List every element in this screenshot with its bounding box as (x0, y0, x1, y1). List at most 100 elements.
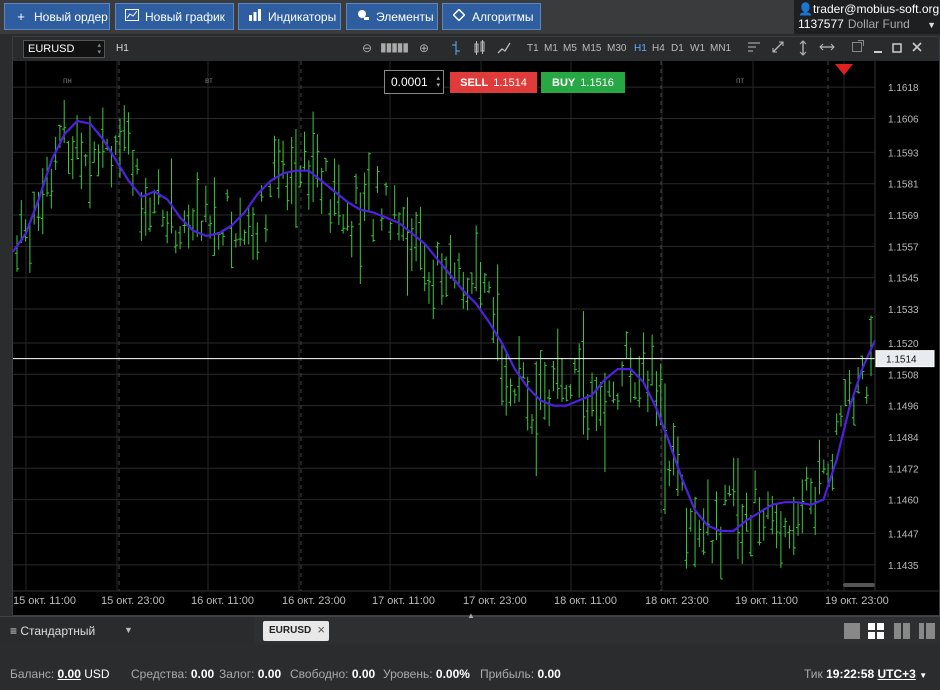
elements-icon (355, 9, 371, 24)
balance-currency: USD (84, 667, 110, 681)
indicators-button[interactable]: Индикаторы (238, 3, 341, 30)
tab-label: EURUSD (269, 625, 312, 636)
indicators-icon (247, 9, 263, 24)
horizontal-scale-icon[interactable] (819, 40, 835, 57)
alert-marker-icon (835, 64, 853, 75)
margin-level-value: 0.00% (435, 667, 470, 681)
main-toolbar: + Новый ордер Новый график Индикаторы Эл… (0, 0, 940, 34)
buy-price: 1.1516 (580, 76, 614, 89)
timeframe-t1[interactable]: T1 (527, 43, 539, 54)
y-axis-label: 1.1460 (888, 496, 919, 507)
day-label: вт (205, 76, 213, 85)
price-chart[interactable]: 1.1618 1.1606 1.1593 1.1581 1.1569 1.1557 1.15… (13, 61, 939, 616)
symbol-label: EURUSD (28, 43, 75, 55)
profit: Прибыль: 0.00 (480, 667, 561, 681)
timeframe-mn1[interactable]: MN1 (710, 43, 731, 54)
margin: Залог: 0.00 (219, 667, 282, 681)
candle-chart-icon[interactable] (474, 40, 486, 59)
algorithms-button[interactable]: Алгоритмы (442, 3, 541, 30)
free-margin-value: 0.00 (351, 667, 376, 681)
close-icon[interactable] (912, 41, 922, 56)
layout-grid-icon[interactable] (868, 623, 884, 639)
tab-eurusd[interactable]: EURUSD × (263, 621, 329, 641)
y-axis-label: 1.1533 (888, 305, 919, 316)
chevron-down-icon[interactable]: ▼ (927, 20, 936, 30)
timeframe-h1[interactable]: H1 (634, 43, 647, 54)
account-fund: Dollar Fund (847, 17, 910, 31)
chart-toolbar: EURUSD ▴▾ H1 ⊖ ▮▮▮▮▮ ⊕ T1 M1 M5 M15 M30 (13, 37, 939, 61)
equity: Средства: 0.00 (131, 667, 215, 681)
zoom-out-icon[interactable]: ⊖ (362, 41, 372, 55)
timeframe-m5[interactable]: M5 (563, 43, 577, 54)
y-axis-label: 1.1581 (888, 180, 919, 191)
timeframe-d1[interactable]: D1 (671, 43, 684, 54)
y-axis-label: 1.1447 (888, 530, 919, 541)
indicators-label: Индикаторы (268, 9, 337, 24)
moving-average-line (13, 119, 877, 533)
zoom-control[interactable]: ⊖ ▮▮▮▮▮ ⊕ (362, 40, 434, 57)
y-axis-label: 1.1508 (888, 370, 919, 381)
timeframe-m15[interactable]: M15 (582, 43, 601, 54)
elements-button[interactable]: Элементы (346, 3, 438, 30)
detach-window-icon[interactable] (852, 40, 864, 55)
margin-level: Уровень: 0.00% (383, 667, 470, 681)
x-axis-label: 19 окт. 11:00 (735, 595, 798, 607)
y-axis-label: 1.1557 (888, 242, 919, 253)
chevron-up-icon[interactable]: ▲ (467, 611, 475, 620)
y-axis-label: 1.1618 (888, 83, 919, 94)
equity-value: 0.00 (190, 667, 215, 681)
account-email: 👤trader@mobius-soft.org (798, 2, 940, 16)
line-chart-icon[interactable] (497, 40, 511, 59)
chevron-down-icon[interactable]: ▼ (919, 671, 927, 680)
layout-selector[interactable]: ≡ Стандартный ▼ (0, 617, 254, 645)
trading-app: + Новый ордер Новый график Индикаторы Эл… (0, 0, 940, 690)
fit-diagonal-icon[interactable] (771, 40, 785, 57)
layout-columns-icon[interactable] (894, 623, 910, 639)
buy-button[interactable]: BUY 1.1516 (541, 72, 625, 93)
chevron-down-icon: ▼ (124, 625, 133, 635)
timeframe-label: H1 (116, 43, 129, 54)
layout-single-icon[interactable] (844, 623, 860, 639)
y-axis-label: 1.1496 (888, 402, 919, 413)
close-tab-icon[interactable]: × (317, 622, 325, 637)
balance: Баланс: 0.00 USD (10, 667, 110, 681)
x-axis-label: 16 окт. 23:00 (282, 595, 346, 607)
timeframe-m1[interactable]: M1 (544, 43, 558, 54)
status-bar: Баланс: 0.00 USD Средства: 0.00 Залог: 0… (0, 650, 940, 690)
timeframe-w1[interactable]: W1 (690, 43, 705, 54)
zoom-slider[interactable]: ▮▮▮▮▮ (380, 40, 409, 54)
bar-chart-icon[interactable] (451, 40, 461, 59)
spinner-icon: ▴ ▾ (97, 42, 101, 56)
timeframe-m30[interactable]: M30 (607, 43, 626, 54)
x-axis-label: 18 окт. 11:00 (554, 595, 617, 607)
new-chart-button[interactable]: Новый график (115, 3, 234, 30)
template-icon[interactable] (747, 40, 761, 57)
vertical-scale-icon[interactable] (798, 40, 808, 59)
account-panel[interactable]: 👤trader@mobius-soft.org 1137577 Dollar Fu… (794, 0, 940, 34)
timeframe-h4[interactable]: H4 (652, 43, 665, 54)
x-axis-label: 15 окт. 11:00 (13, 595, 76, 607)
symbol-selector[interactable]: EURUSD ▴ ▾ (23, 40, 105, 58)
maximize-icon[interactable] (892, 42, 902, 56)
balance-value[interactable]: 0.00 (58, 667, 81, 681)
minimize-icon[interactable] (873, 42, 883, 57)
lot-size-input[interactable]: 0.0001 ▴ ▾ (384, 70, 444, 94)
horizontal-scrollbar (843, 583, 875, 587)
timezone-selector[interactable]: UTC+3 (878, 667, 916, 681)
day-label: пн (63, 76, 72, 85)
new-chart-label: Новый график (145, 9, 225, 24)
spinner-icon: ▴ ▾ (436, 75, 440, 89)
sell-button[interactable]: SELL 1.1514 (450, 72, 537, 93)
zoom-in-icon[interactable]: ⊕ (419, 41, 429, 55)
new-order-button[interactable]: + Новый ордер (4, 3, 110, 30)
y-axis-label: 1.1569 (888, 211, 919, 222)
sell-label: SELL (460, 76, 489, 89)
chart-icon (124, 9, 140, 24)
y-axis-label: 1.1593 (888, 148, 919, 159)
y-axis-label: 1.1545 (888, 274, 919, 285)
x-axis-label: 17 окт. 23:00 (463, 595, 527, 607)
menu-icon: ≡ Стандартный (10, 624, 96, 638)
x-axis-label: 16 окт. 11:00 (191, 595, 254, 607)
layout-rows-icon[interactable] (919, 623, 935, 639)
account-number: 1137577 (798, 17, 844, 31)
